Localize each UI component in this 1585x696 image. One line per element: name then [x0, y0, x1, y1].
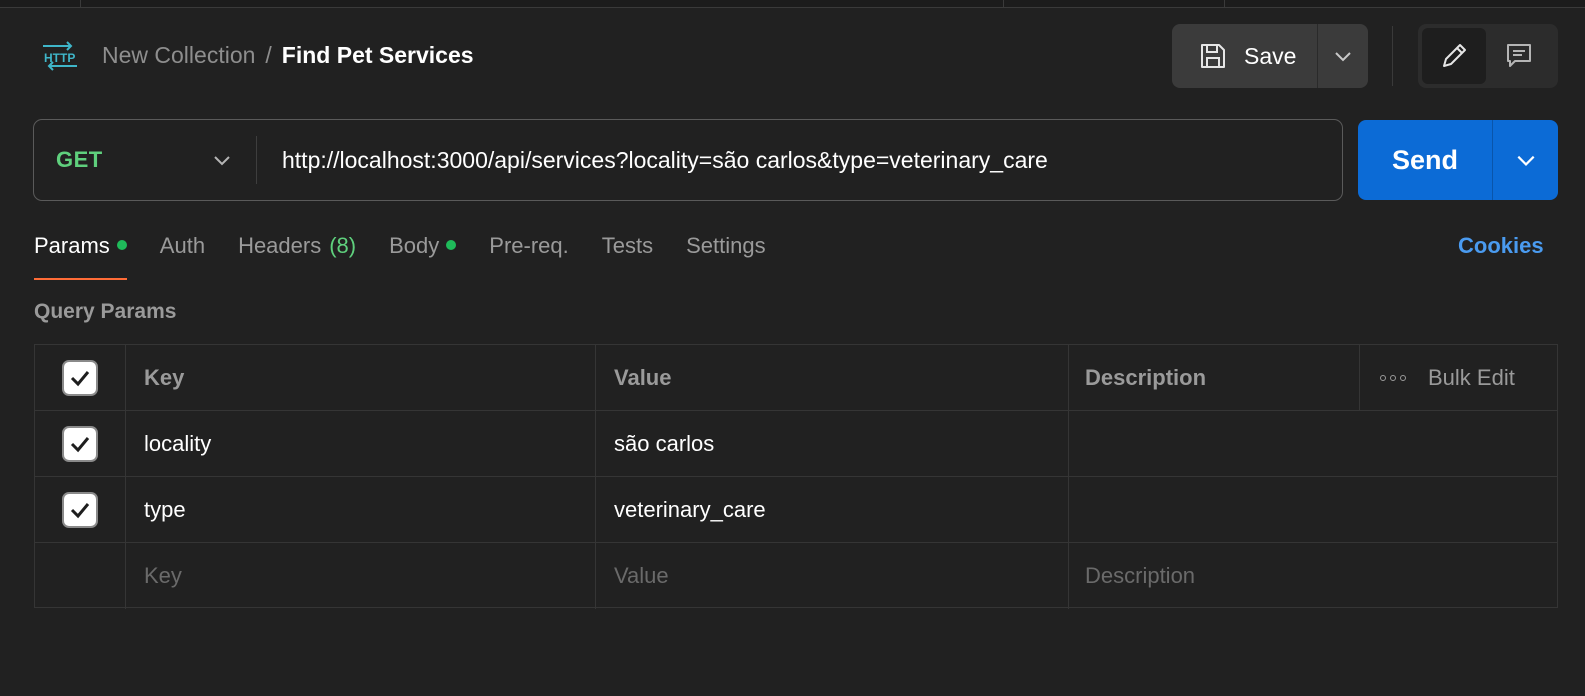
param-value-field[interactable]: são carlos	[596, 411, 1069, 476]
table-actions-cell: Bulk Edit	[1359, 345, 1557, 410]
tab-label: Headers	[238, 233, 322, 258]
query-params-title: Query Params	[34, 300, 177, 323]
request-url-bar: GET	[33, 119, 1343, 201]
tab-label: Body	[389, 233, 440, 258]
param-description-field[interactable]	[1069, 477, 1557, 542]
more-horizontal-icon[interactable]	[1380, 374, 1406, 381]
send-button[interactable]: Send	[1358, 120, 1493, 200]
param-key-field[interactable]: locality	[126, 411, 596, 476]
tab-label: Tests	[601, 233, 654, 258]
query-params-table: Key Value Description Bulk Edit locality…	[34, 344, 1558, 609]
new-value-input[interactable]: Value	[596, 543, 1069, 609]
save-button-group: Save	[1172, 24, 1368, 88]
save-button[interactable]: Save	[1172, 24, 1318, 88]
table-row: type veterinary_care	[35, 477, 1557, 543]
column-header-value: Value	[596, 345, 1069, 410]
chevron-down-icon	[1517, 155, 1534, 166]
headers-count: (8)	[329, 233, 357, 258]
status-dot	[446, 240, 457, 250]
new-key-input[interactable]: Key	[126, 543, 596, 609]
request-name[interactable]: Find Pet Services	[282, 42, 474, 68]
table-header-row: Key Value Description Bulk Edit	[35, 345, 1557, 411]
new-description-input[interactable]: Description	[1069, 543, 1557, 609]
param-value-field[interactable]: veterinary_care	[596, 477, 1069, 542]
header-divider	[1392, 26, 1393, 86]
bulk-edit-button[interactable]: Bulk Edit	[1428, 365, 1515, 391]
send-button-group: Send	[1358, 120, 1558, 200]
save-options-button[interactable]	[1318, 24, 1368, 88]
comments-button[interactable]	[1486, 28, 1552, 84]
table-row: locality são carlos	[35, 411, 1557, 477]
tab-params[interactable]: Params	[34, 232, 127, 280]
cookies-link[interactable]: Cookies	[1458, 232, 1544, 260]
tab-headers[interactable]: Headers (8)	[238, 232, 356, 280]
tab-label: Settings	[686, 233, 766, 258]
checkmark-icon	[70, 370, 90, 386]
tab-body[interactable]: Body	[389, 232, 457, 280]
tab-pre-request[interactable]: Pre-req.	[489, 232, 568, 280]
edit-mode-button[interactable]	[1422, 28, 1486, 84]
top-tab-strip	[0, 0, 1585, 8]
tab-label: Pre-req.	[489, 233, 569, 258]
view-toggle-group	[1418, 24, 1558, 88]
request-header: HTTP New Collection / Find Pet Services Sa…	[0, 22, 1585, 88]
request-tabs: Params Auth Headers (8) Body Pre-req. Tes…	[34, 232, 799, 280]
chevron-down-icon	[1335, 52, 1351, 62]
method-select[interactable]: GET	[34, 120, 256, 200]
save-label: Save	[1244, 42, 1297, 69]
row-check-cell	[35, 477, 126, 542]
select-all-checkbox[interactable]	[62, 359, 98, 396]
send-label: Send	[1391, 144, 1458, 175]
pencil-icon	[1443, 44, 1466, 67]
checkmark-icon	[70, 502, 90, 518]
status-dot	[116, 240, 127, 250]
chevron-down-icon	[214, 156, 230, 166]
row-checkbox[interactable]	[62, 491, 98, 528]
row-checkbox[interactable]	[62, 425, 98, 462]
row-check-cell	[35, 543, 126, 609]
breadcrumb: New Collection / Find Pet Services	[102, 40, 474, 70]
svg-text:HTTP: HTTP	[44, 51, 75, 65]
param-key-field[interactable]: type	[126, 477, 596, 542]
breadcrumb-collection[interactable]: New Collection	[102, 42, 255, 68]
url-input[interactable]	[257, 120, 1342, 200]
tab-settings[interactable]: Settings	[686, 232, 766, 280]
tab-tests[interactable]: Tests	[602, 232, 653, 280]
method-label: GET	[56, 147, 103, 172]
table-row-empty: Key Value Description	[35, 543, 1557, 609]
column-header-description: Description	[1085, 364, 1207, 390]
breadcrumb-separator: /	[265, 42, 272, 68]
checkmark-icon	[70, 436, 90, 452]
tab-auth[interactable]: Auth	[160, 232, 205, 280]
tab-label: Auth	[159, 233, 206, 258]
http-icon: HTTP	[43, 41, 77, 71]
tab-label: Params	[34, 233, 110, 258]
comment-icon	[1507, 44, 1531, 67]
row-check-cell	[35, 411, 126, 476]
send-options-button[interactable]	[1493, 120, 1558, 200]
floppy-disk-icon	[1201, 44, 1225, 68]
select-all-cell	[35, 345, 126, 410]
column-header-key: Key	[126, 345, 596, 410]
param-description-field[interactable]	[1069, 411, 1557, 476]
